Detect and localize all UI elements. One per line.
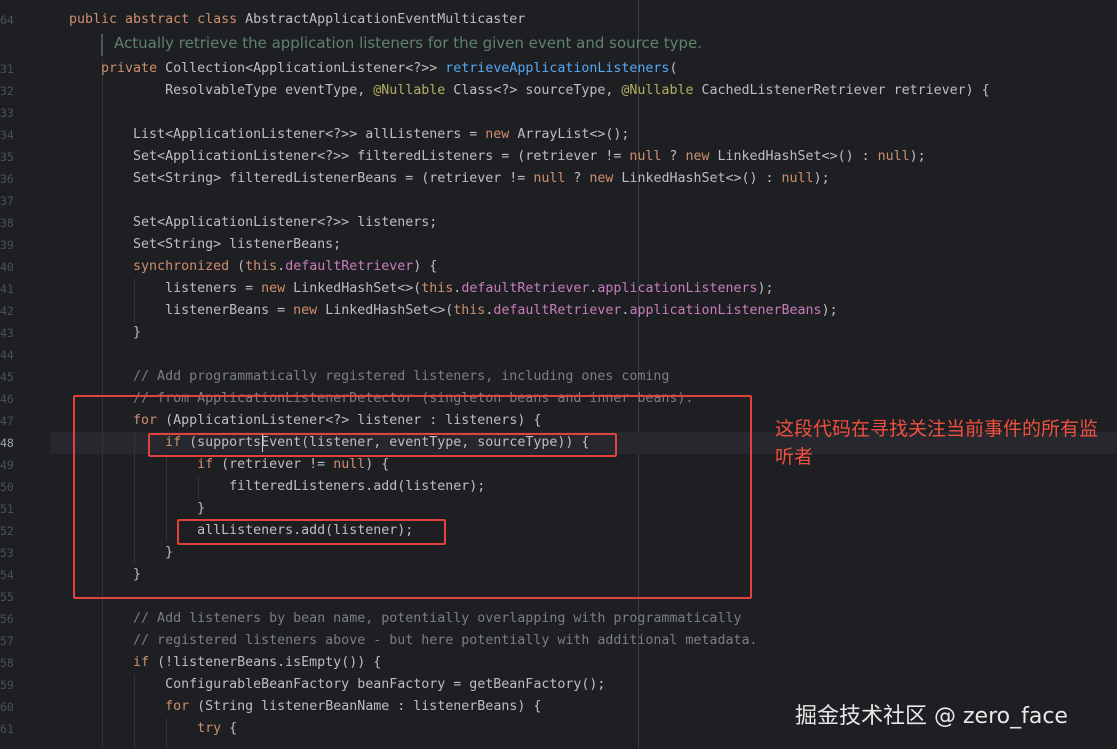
line-number: 51 xyxy=(0,502,14,516)
line-number: 32 xyxy=(0,84,14,98)
keyword-token: private xyxy=(101,61,158,76)
highlight-box-all-listeners-add xyxy=(177,519,446,545)
line-number: 47 xyxy=(0,414,14,428)
text-caret xyxy=(262,434,263,452)
sticky-class-header: public abstract class AbstractApplicatio… xyxy=(69,9,525,31)
code-line[interactable]: synchronized (this.defaultRetriever) { xyxy=(69,256,437,278)
line-number: 60 xyxy=(0,700,14,714)
line-number: 41 xyxy=(0,282,14,296)
keyword-token: try xyxy=(197,721,222,736)
highlight-box-supports-event xyxy=(148,433,617,457)
rendered-doc-comment: Actually retrieve the application listen… xyxy=(114,34,703,52)
line-number: 50 xyxy=(0,480,14,494)
keyword-token: this xyxy=(453,303,486,318)
line-number: 53 xyxy=(0,546,14,560)
line-number: 34 xyxy=(0,128,14,142)
code-line[interactable]: Set<String> listenerBeans; xyxy=(69,234,341,256)
field-token: defaultRetriever xyxy=(493,303,622,318)
code-line[interactable]: listenerBeans = new LinkedHashSet<>(this… xyxy=(69,300,838,322)
code-line[interactable]: ConfigurableBeanFactory beanFactory = ge… xyxy=(69,674,605,696)
comment-token: // Add programmatically registered liste… xyxy=(69,369,670,384)
line-number: 46 xyxy=(0,392,14,406)
line-number: 48 xyxy=(0,436,14,450)
line-number: 61 xyxy=(0,722,14,736)
line-number: 57 xyxy=(0,634,14,648)
keyword-token: null xyxy=(877,149,910,164)
line-number: 56 xyxy=(0,612,14,626)
line-number: 31 xyxy=(0,62,14,76)
line-number: 58 xyxy=(0,656,14,670)
keyword-token: this xyxy=(421,281,454,296)
line-number: 64 xyxy=(0,13,14,27)
keyword-token: new xyxy=(685,149,710,164)
line-number: 33 xyxy=(0,106,14,120)
annotation-token: @Nullable xyxy=(621,83,694,98)
code-line[interactable]: List<ApplicationListener<?>> allListener… xyxy=(69,124,629,146)
keyword-token: null xyxy=(781,171,814,186)
line-number: 45 xyxy=(0,370,14,384)
line-number: 42 xyxy=(0,304,14,318)
code-line[interactable]: if (!listenerBeans.isEmpty()) { xyxy=(69,652,381,674)
comment-token: // registered listeners above - but here… xyxy=(69,633,758,648)
keyword-token: synchronized xyxy=(133,259,230,274)
code-line[interactable]: Set<ApplicationListener<?>> listeners; xyxy=(69,212,437,234)
field-token: applicationListenerBeans xyxy=(629,303,822,318)
code-line[interactable]: private Collection<ApplicationListener<?… xyxy=(69,58,677,80)
keyword-token: public abstract class xyxy=(69,12,246,27)
code-line[interactable]: for (String listenerBeanName : listenerB… xyxy=(69,696,541,718)
line-number: 35 xyxy=(0,150,14,164)
keyword-token: new xyxy=(589,171,614,186)
doc-comment-bar xyxy=(101,34,103,56)
code-line[interactable]: Set<ApplicationListener<?>> filteredList… xyxy=(69,146,926,168)
field-token: defaultRetriever xyxy=(461,281,590,296)
keyword-token: if xyxy=(133,655,150,670)
line-number: 55 xyxy=(0,590,14,604)
line-number: 54 xyxy=(0,568,14,582)
line-number: 52 xyxy=(0,524,14,538)
annotation-token: @Nullable xyxy=(373,83,446,98)
field-token: applicationListeners xyxy=(597,281,758,296)
line-number: 49 xyxy=(0,458,14,472)
class-name: AbstractApplicationEventMulticaster xyxy=(245,12,526,27)
code-line[interactable]: Set<String> filteredListenerBeans = (ret… xyxy=(69,168,830,190)
code-line[interactable]: listeners = new LinkedHashSet<>(this.def… xyxy=(69,278,773,300)
keyword-token: this xyxy=(245,259,278,274)
code-line[interactable]: try { xyxy=(69,718,237,740)
keyword-token: null xyxy=(629,149,662,164)
line-number: 38 xyxy=(0,216,14,230)
keyword-token: new xyxy=(261,281,286,296)
code-line[interactable]: // Add listeners by bean name, potential… xyxy=(69,608,741,630)
field-token: defaultRetriever xyxy=(285,259,414,274)
line-number: 43 xyxy=(0,326,14,340)
line-number: 44 xyxy=(0,348,14,362)
code-line[interactable]: // Add programmatically registered liste… xyxy=(69,366,669,388)
comment-token: // Add listeners by bean name, potential… xyxy=(69,611,742,626)
highlight-box-for-loop xyxy=(73,395,752,599)
code-line[interactable]: } xyxy=(69,322,141,344)
annotation-note: 这段代码在寻找关注当前事件的所有监听者 xyxy=(775,418,1099,468)
keyword-token: for xyxy=(165,699,190,714)
keyword-token: new xyxy=(485,127,510,142)
line-number: 37 xyxy=(0,194,14,208)
method-token: retrieveApplicationListeners xyxy=(445,61,670,76)
line-number: 59 xyxy=(0,678,14,692)
keyword-token: new xyxy=(293,303,318,318)
line-number: 36 xyxy=(0,172,14,186)
code-line[interactable]: ResolvableType eventType, @Nullable Clas… xyxy=(69,80,990,102)
line-number: 40 xyxy=(0,260,14,274)
code-line[interactable]: // registered listeners above - but here… xyxy=(69,630,757,652)
watermark: 掘金技术社区 @ zero_face xyxy=(795,704,1068,729)
keyword-token: null xyxy=(533,171,566,186)
line-number: 39 xyxy=(0,238,14,252)
